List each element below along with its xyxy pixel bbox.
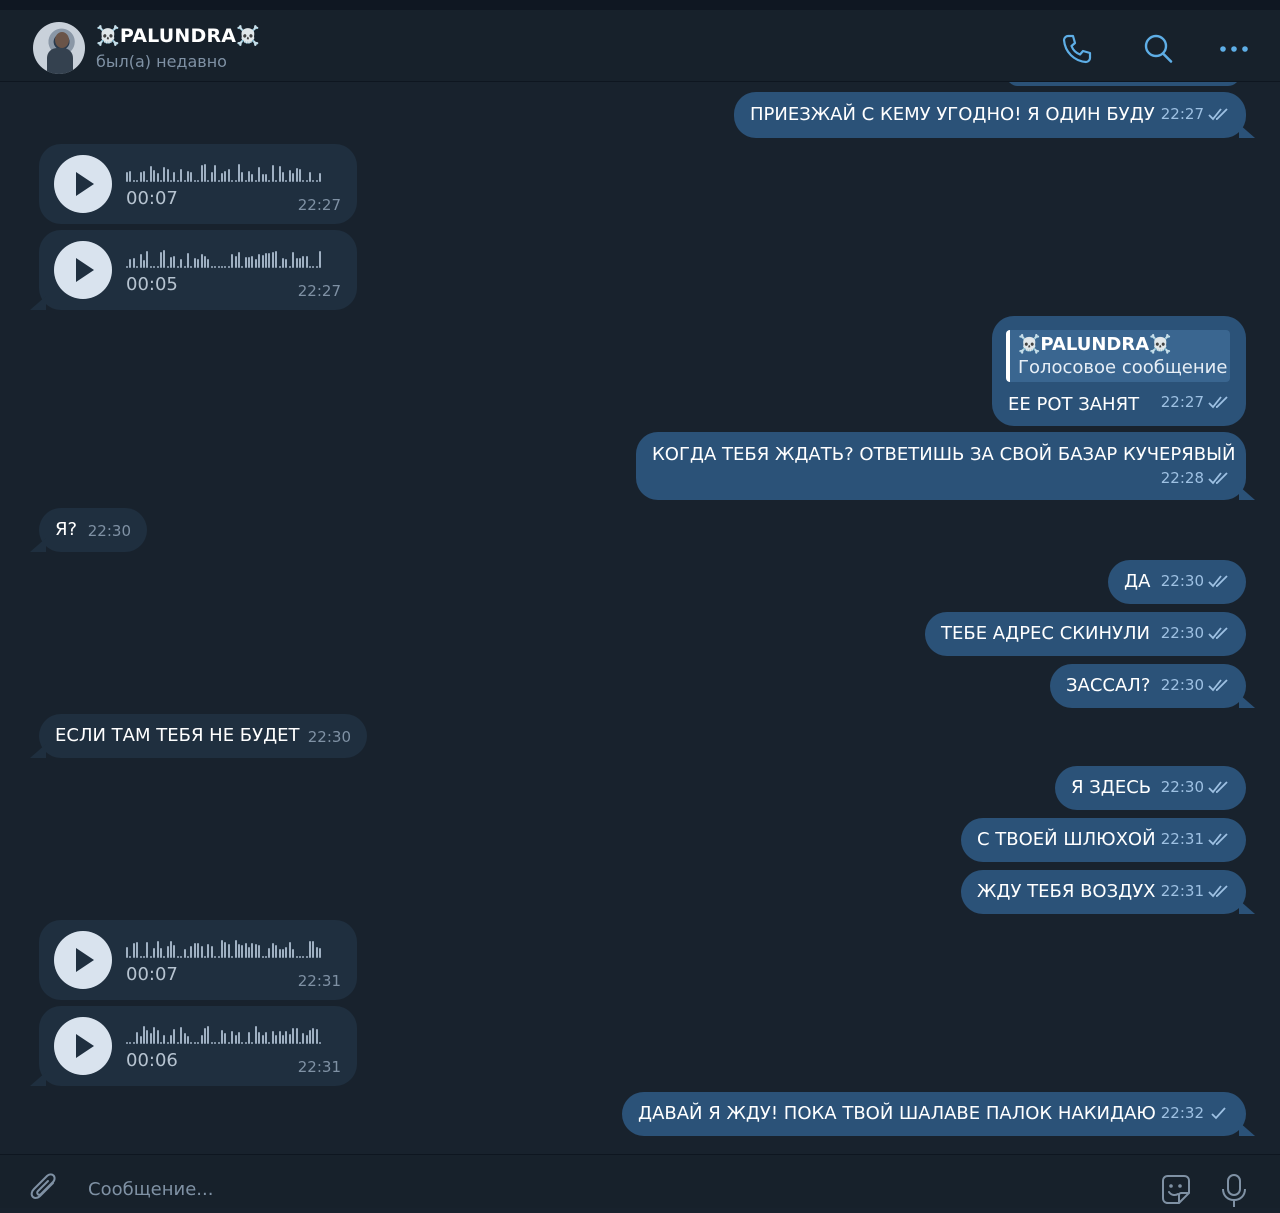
reply-text: Голосовое сообщение [1018,357,1228,378]
message-bubble-outgoing[interactable]: ДАВАЙ Я ЖДУ! ПОКА ТВОЙ ШАЛАВЕ ПАЛОК НАКИ… [622,1092,1255,1136]
double-check-icon [1208,105,1230,127]
message-text: ЖДУ ТЕБЯ ВОЗДУХ [977,881,1156,902]
sticker-icon[interactable] [1157,1171,1195,1209]
message-text: ЕЕ РОТ ЗАНЯТ [1008,394,1140,415]
waveform[interactable] [126,248,342,268]
message-text: ТЕБЕ АДРЕС СКИНУЛИ [941,623,1151,644]
message-bubble-outgoing-reply[interactable]: ☠️PALUNDRA☠️ Голосовое сообщение ЕЕ РОТ … [992,316,1246,426]
voice-duration: 00:07 [126,964,178,985]
double-check-icon [1208,624,1230,646]
voice-message[interactable]: 00:06 22:31 [30,1006,357,1086]
voice-message[interactable]: 00:07 22:27 [39,144,357,224]
message-bubble-outgoing[interactable]: ДА 22:30 [1108,560,1246,604]
search-icon[interactable] [1141,32,1175,66]
message-time: 22:30 [307,728,351,746]
voice-message[interactable]: 00:05 22:27 [30,230,357,310]
message-bubble-incoming[interactable]: ЕСЛИ ТАМ ТЕБЯ НЕ БУДЕТ 22:30 [30,714,367,758]
message-input[interactable] [86,1173,990,1205]
message-composer [0,1154,1280,1208]
message-time: 22:30 [1160,624,1204,642]
waveform[interactable] [126,162,342,182]
message-bubble-outgoing[interactable]: Я ЗДЕСЬ 22:30 [1055,766,1246,810]
double-check-icon [1208,469,1230,491]
chat-status: был(а) недавно [96,52,227,71]
message-time: 22:27 [1160,393,1204,411]
window-top-strip [0,0,1280,10]
message-time: 22:30 [1160,778,1204,796]
message-time: 22:30 [1160,676,1204,694]
message-bubble-partial [1006,82,1240,86]
voice-duration: 00:05 [126,274,178,295]
message-list[interactable]: ПРИЕЗЖАЙ С КЕМУ УГОДНО! Я ОДИН БУДУ 22:2… [0,82,1280,1154]
message-text: ЕСЛИ ТАМ ТЕБЯ НЕ БУДЕТ [55,725,300,746]
double-check-icon [1208,882,1230,904]
message-time: 22:31 [297,1058,341,1076]
play-icon[interactable] [54,241,112,299]
phone-icon[interactable] [1060,32,1094,66]
double-check-icon [1208,572,1230,594]
message-text: С ТВОЕЙ ШЛЮХОЙ [977,829,1156,850]
message-text: ДА [1124,571,1151,592]
message-time: 22:27 [297,196,341,214]
voice-message[interactable]: 00:07 22:31 [39,920,357,1000]
single-check-icon [1208,1104,1230,1126]
more-icon[interactable] [1217,32,1251,66]
message-bubble-outgoing[interactable]: С ТВОЕЙ ШЛЮХОЙ 22:31 [961,818,1246,862]
message-time: 22:27 [1160,105,1204,123]
reply-preview[interactable]: ☠️PALUNDRA☠️ Голосовое сообщение [1006,330,1230,382]
message-text: КОГДА ТЕБЯ ЖДАТЬ? ОТВЕТИШЬ ЗА СВОЙ БАЗАР… [652,444,1236,465]
message-bubble-outgoing[interactable]: ТЕБЕ АДРЕС СКИНУЛИ 22:30 [925,612,1246,656]
attach-icon[interactable] [26,1171,64,1209]
double-check-icon [1208,778,1230,800]
waveform[interactable] [126,1024,342,1044]
play-icon[interactable] [54,155,112,213]
play-icon[interactable] [54,1017,112,1075]
double-check-icon [1208,830,1230,852]
message-time: 22:31 [1160,830,1204,848]
message-text: Я ЗДЕСЬ [1071,777,1152,798]
waveform[interactable] [126,938,342,958]
message-bubble-outgoing[interactable]: ПРИЕЗЖАЙ С КЕМУ УГОДНО! Я ОДИН БУДУ 22:2… [734,92,1255,138]
voice-duration: 00:07 [126,188,178,209]
message-time: 22:31 [1160,882,1204,900]
voice-duration: 00:06 [126,1050,178,1071]
reply-sender: ☠️PALUNDRA☠️ [1018,334,1172,355]
message-time: 22:30 [1160,572,1204,590]
chat-header: ☠️PALUNDRA☠️ был(а) недавно [0,10,1280,82]
message-bubble-outgoing[interactable]: ЖДУ ТЕБЯ ВОЗДУХ 22:31 [961,870,1255,914]
message-time: 22:28 [1160,469,1204,487]
microphone-icon[interactable] [1215,1171,1253,1209]
double-check-icon [1208,676,1230,698]
message-time: 22:31 [297,972,341,990]
message-time: 22:30 [87,522,131,540]
message-time: 22:32 [1160,1104,1204,1122]
message-bubble-incoming[interactable]: Я? 22:30 [30,508,147,552]
message-time: 22:27 [297,282,341,300]
chat-title[interactable]: ☠️PALUNDRA☠️ [96,24,260,47]
message-bubble-outgoing[interactable]: ЗАССАЛ? 22:30 [1050,664,1255,708]
message-bubble-outgoing[interactable]: КОГДА ТЕБЯ ЖДАТЬ? ОТВЕТИШЬ ЗА СВОЙ БАЗАР… [636,432,1255,500]
message-text: Я? [55,519,78,540]
message-text: ЗАССАЛ? [1066,675,1151,696]
play-icon[interactable] [54,931,112,989]
message-text: ПРИЕЗЖАЙ С КЕМУ УГОДНО! Я ОДИН БУДУ [750,104,1155,125]
avatar[interactable] [33,22,85,74]
double-check-icon [1208,393,1230,415]
message-text: ДАВАЙ Я ЖДУ! ПОКА ТВОЙ ШАЛАВЕ ПАЛОК НАКИ… [638,1103,1156,1124]
